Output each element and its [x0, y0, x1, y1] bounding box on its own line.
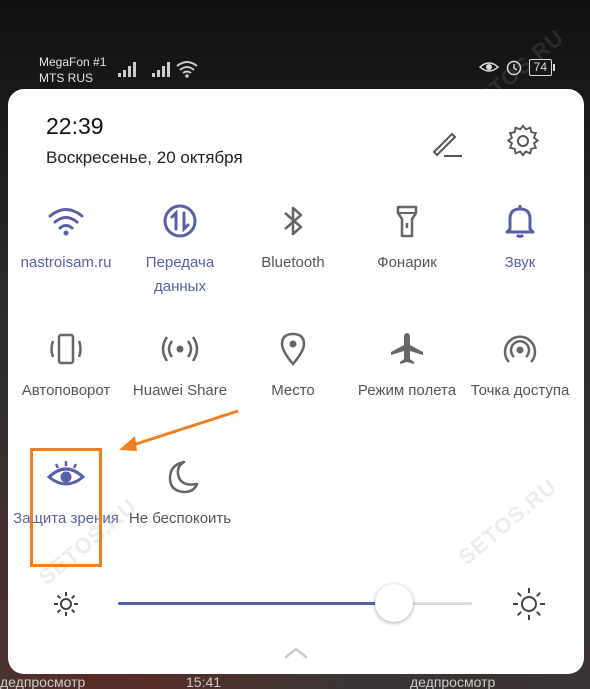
- tile-flashlight[interactable]: Фонарик: [351, 201, 463, 275]
- brightness-control: [48, 584, 548, 624]
- tile-do-not-disturb[interactable]: Не беспокоить: [124, 457, 236, 531]
- data-transfer-icon: [163, 204, 197, 238]
- tile-auto-rotate[interactable]: Автоповорот: [10, 329, 122, 403]
- hotspot-icon: [503, 335, 537, 363]
- wifi-icon: [48, 208, 84, 236]
- tile-location[interactable]: Место: [237, 329, 349, 403]
- background-text: дедпросмотр: [410, 674, 496, 689]
- huawei-share-icon: [161, 336, 199, 362]
- tile-flashlight-label: Фонарик: [377, 254, 437, 271]
- brightness-high-icon: [513, 588, 545, 620]
- carrier-1: MegaFon #1: [39, 55, 107, 69]
- auto-rotate-icon: [50, 333, 82, 365]
- tile-location-label: Место: [271, 382, 315, 399]
- tile-data-transfer-label: Передача данных: [145, 254, 215, 295]
- bluetooth-icon: [284, 206, 303, 236]
- tile-hotspot[interactable]: Точка доступа: [464, 329, 576, 403]
- gear-icon[interactable]: [505, 123, 541, 159]
- tile-hotspot-label: Точка доступа: [470, 382, 570, 399]
- clock-time: 22:39: [46, 113, 104, 139]
- tile-data-transfer[interactable]: Передача данных: [124, 201, 236, 299]
- tile-wifi-label: nastroisam.ru: [20, 254, 112, 271]
- brightness-fill: [118, 602, 395, 605]
- background-text: дедпросмотр: [0, 674, 86, 689]
- tile-bluetooth-label: Bluetooth: [261, 254, 325, 271]
- watermark: SETOS.RU: [453, 473, 562, 570]
- signal-icon: [118, 62, 136, 77]
- background-content-strip: дедпросмотр 15:41 дедпросмотр: [0, 674, 590, 689]
- clock-date: Воскресенье, 20 октября: [46, 148, 243, 167]
- tile-airplane-mode-label: Режим полета: [357, 382, 457, 399]
- flashlight-icon: [396, 205, 418, 238]
- signal-icon: [152, 62, 170, 77]
- tile-auto-rotate-label: Автоповорот: [21, 382, 111, 399]
- wifi-status-icon: [176, 61, 198, 78]
- quick-settings-panel: 22:39 Воскресенье, 20 октября nastroisam…: [8, 89, 584, 674]
- tile-airplane-mode[interactable]: Режим полета: [351, 329, 463, 403]
- brightness-thumb[interactable]: [375, 584, 414, 622]
- annotation-arrow-icon: [119, 409, 239, 451]
- tile-wifi[interactable]: nastroisam.ru: [10, 201, 122, 275]
- bell-icon: [505, 205, 535, 238]
- tile-bluetooth[interactable]: Bluetooth: [237, 201, 349, 275]
- carrier-2: MTS RUS: [39, 71, 93, 85]
- chevron-up-icon[interactable]: [284, 646, 308, 660]
- carrier-info: MegaFon #1 MTS RUS: [39, 54, 106, 86]
- tile-sound[interactable]: Звук: [464, 201, 576, 275]
- brightness-low-icon: [54, 592, 78, 616]
- moon-icon: [168, 460, 199, 494]
- tile-sound-label: Звук: [504, 254, 536, 271]
- airplane-icon: [391, 333, 423, 364]
- background-text: 15:41: [186, 674, 222, 689]
- edit-icon[interactable]: [428, 124, 464, 160]
- location-icon: [280, 332, 306, 366]
